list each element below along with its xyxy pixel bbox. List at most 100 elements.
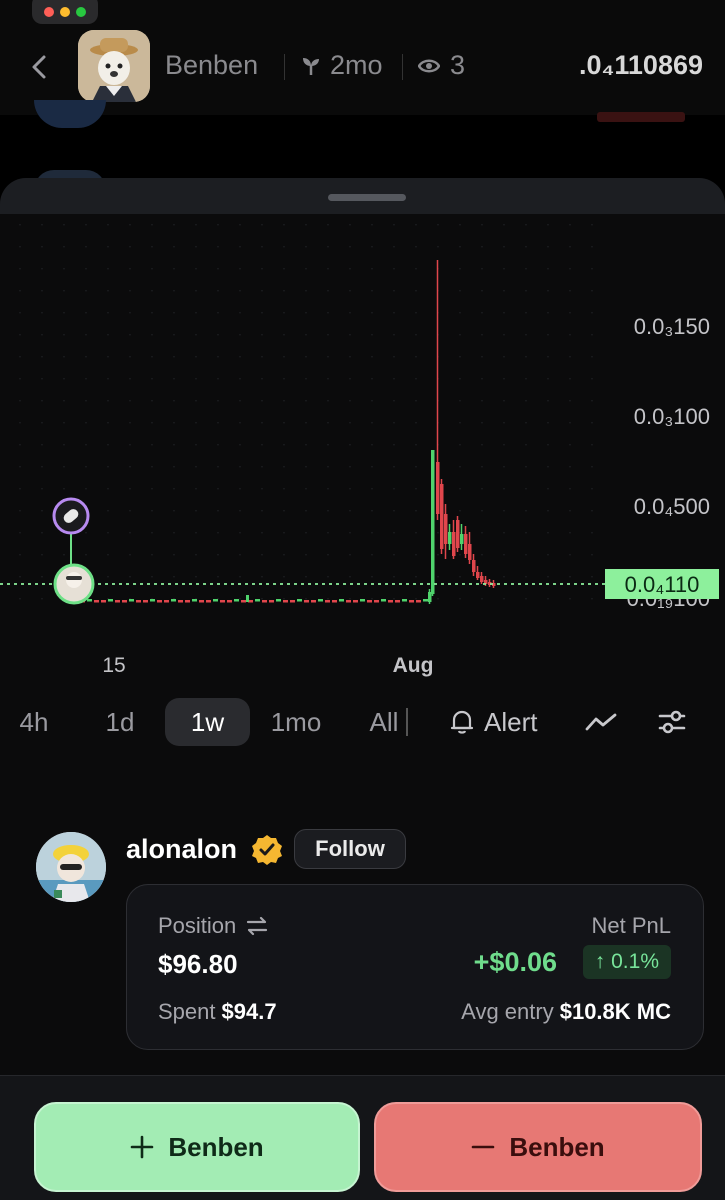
spent-value: $94.7 — [221, 999, 277, 1024]
candle — [227, 600, 232, 603]
divider — [402, 54, 403, 80]
candle — [241, 600, 246, 603]
candle — [456, 520, 460, 548]
current-price-label: 0.0₄110 — [625, 572, 700, 597]
tab-1mo[interactable]: 1mo — [262, 698, 330, 746]
candle — [402, 599, 407, 602]
background-avatar — [34, 100, 106, 128]
candle — [87, 599, 92, 602]
candle — [423, 599, 428, 602]
eye-icon — [418, 59, 440, 72]
candle — [332, 600, 337, 603]
verified-badge-icon — [251, 834, 283, 866]
candle — [367, 600, 372, 603]
candle — [416, 600, 421, 603]
price-chart[interactable]: 0.0₃1500.0₃1000.0₄5000.0₁₉10015Aug0.0₄11… — [0, 214, 725, 684]
drag-handle[interactable] — [328, 194, 406, 201]
candle — [325, 600, 330, 603]
minimize-dot[interactable] — [60, 7, 70, 17]
candle — [476, 572, 480, 578]
tab-4h[interactable]: 4h — [4, 698, 64, 746]
candle — [122, 600, 127, 603]
window-controls[interactable] — [32, 0, 98, 24]
plus-icon — [131, 1135, 154, 1159]
chart-canvas[interactable]: 0.0₃1500.0₃1000.0₄5000.0₁₉10015Aug0.0₄11… — [0, 214, 725, 684]
candle — [171, 599, 176, 602]
candle — [220, 600, 225, 603]
trader-avatar[interactable] — [36, 832, 106, 902]
candle — [290, 600, 295, 603]
spent-label: Spent — [158, 999, 216, 1024]
token-name: Benben — [165, 50, 259, 80]
divider — [406, 708, 408, 736]
settings-sliders-icon[interactable] — [656, 706, 688, 738]
candle — [468, 544, 472, 560]
token-age: 2mo — [300, 50, 383, 81]
avg-entry-row: Avg entry $10.8K MC — [461, 999, 671, 1025]
candle — [388, 600, 393, 603]
minus-icon — [472, 1145, 495, 1149]
candle — [444, 514, 448, 544]
candle — [283, 600, 288, 603]
candle — [436, 462, 440, 514]
back-chevron-icon[interactable] — [26, 52, 52, 82]
candle — [360, 599, 365, 602]
candle — [448, 532, 452, 544]
candle — [185, 600, 190, 603]
sprout-icon — [303, 57, 319, 75]
marker-glasses — [66, 576, 82, 580]
pnl-percent-badge: ↑ 0.1% — [582, 945, 671, 979]
candle — [381, 599, 386, 602]
candle — [431, 450, 435, 594]
x-tick-label: Aug — [393, 654, 434, 677]
alert-button[interactable]: Alert — [450, 698, 537, 746]
candle — [129, 599, 134, 602]
sell-button[interactable]: Benben — [374, 1102, 702, 1192]
views-count: 3 — [418, 50, 465, 81]
candle — [440, 484, 444, 549]
candle — [304, 600, 309, 603]
tab-all[interactable]: All — [360, 698, 408, 746]
candle — [460, 534, 464, 544]
candle — [452, 532, 456, 556]
position-label: Position — [158, 913, 237, 938]
candle — [94, 600, 99, 603]
line-chart-icon[interactable] — [585, 706, 617, 738]
candle — [464, 534, 468, 554]
divider — [284, 54, 285, 80]
candle — [353, 600, 358, 603]
buy-button[interactable]: Benben — [34, 1102, 360, 1192]
candle — [262, 600, 267, 603]
candle — [472, 560, 476, 572]
token-avatar — [78, 30, 150, 102]
y-tick-label: 0.0₃100 — [634, 404, 710, 429]
top-bar: Benben 2mo 3 .0₄110869 — [0, 0, 725, 115]
y-tick-label: 0.0₃150 — [634, 314, 710, 339]
candle — [374, 600, 379, 603]
candle — [143, 600, 148, 603]
token-price: .0₄110869 — [579, 50, 703, 80]
trader-name[interactable]: alonalon — [126, 834, 237, 865]
candle — [115, 600, 120, 603]
buy-label: Benben — [168, 1131, 264, 1162]
pnl-label: Net PnL — [591, 913, 672, 938]
candle — [246, 595, 249, 602]
views-value: 3 — [450, 50, 466, 80]
age-value: 2mo — [330, 50, 383, 80]
x-tick-label: 15 — [102, 654, 125, 677]
tab-1d[interactable]: 1d — [90, 698, 150, 746]
swap-icon[interactable] — [246, 916, 268, 936]
candle — [480, 576, 484, 582]
zoom-dot[interactable] — [76, 7, 86, 17]
avg-entry-label: Avg entry — [461, 999, 554, 1024]
background-badge — [597, 112, 685, 122]
y-tick-label: 0.0₄500 — [634, 494, 710, 519]
candle — [395, 600, 400, 603]
candle — [206, 600, 211, 603]
candle — [339, 599, 344, 602]
tab-1w[interactable]: 1w — [165, 698, 250, 746]
follow-button[interactable]: Follow — [294, 829, 406, 869]
close-dot[interactable] — [44, 7, 54, 17]
timeframe-bar: 4h 1d 1w 1mo All Alert — [0, 698, 725, 750]
candle — [178, 600, 183, 603]
